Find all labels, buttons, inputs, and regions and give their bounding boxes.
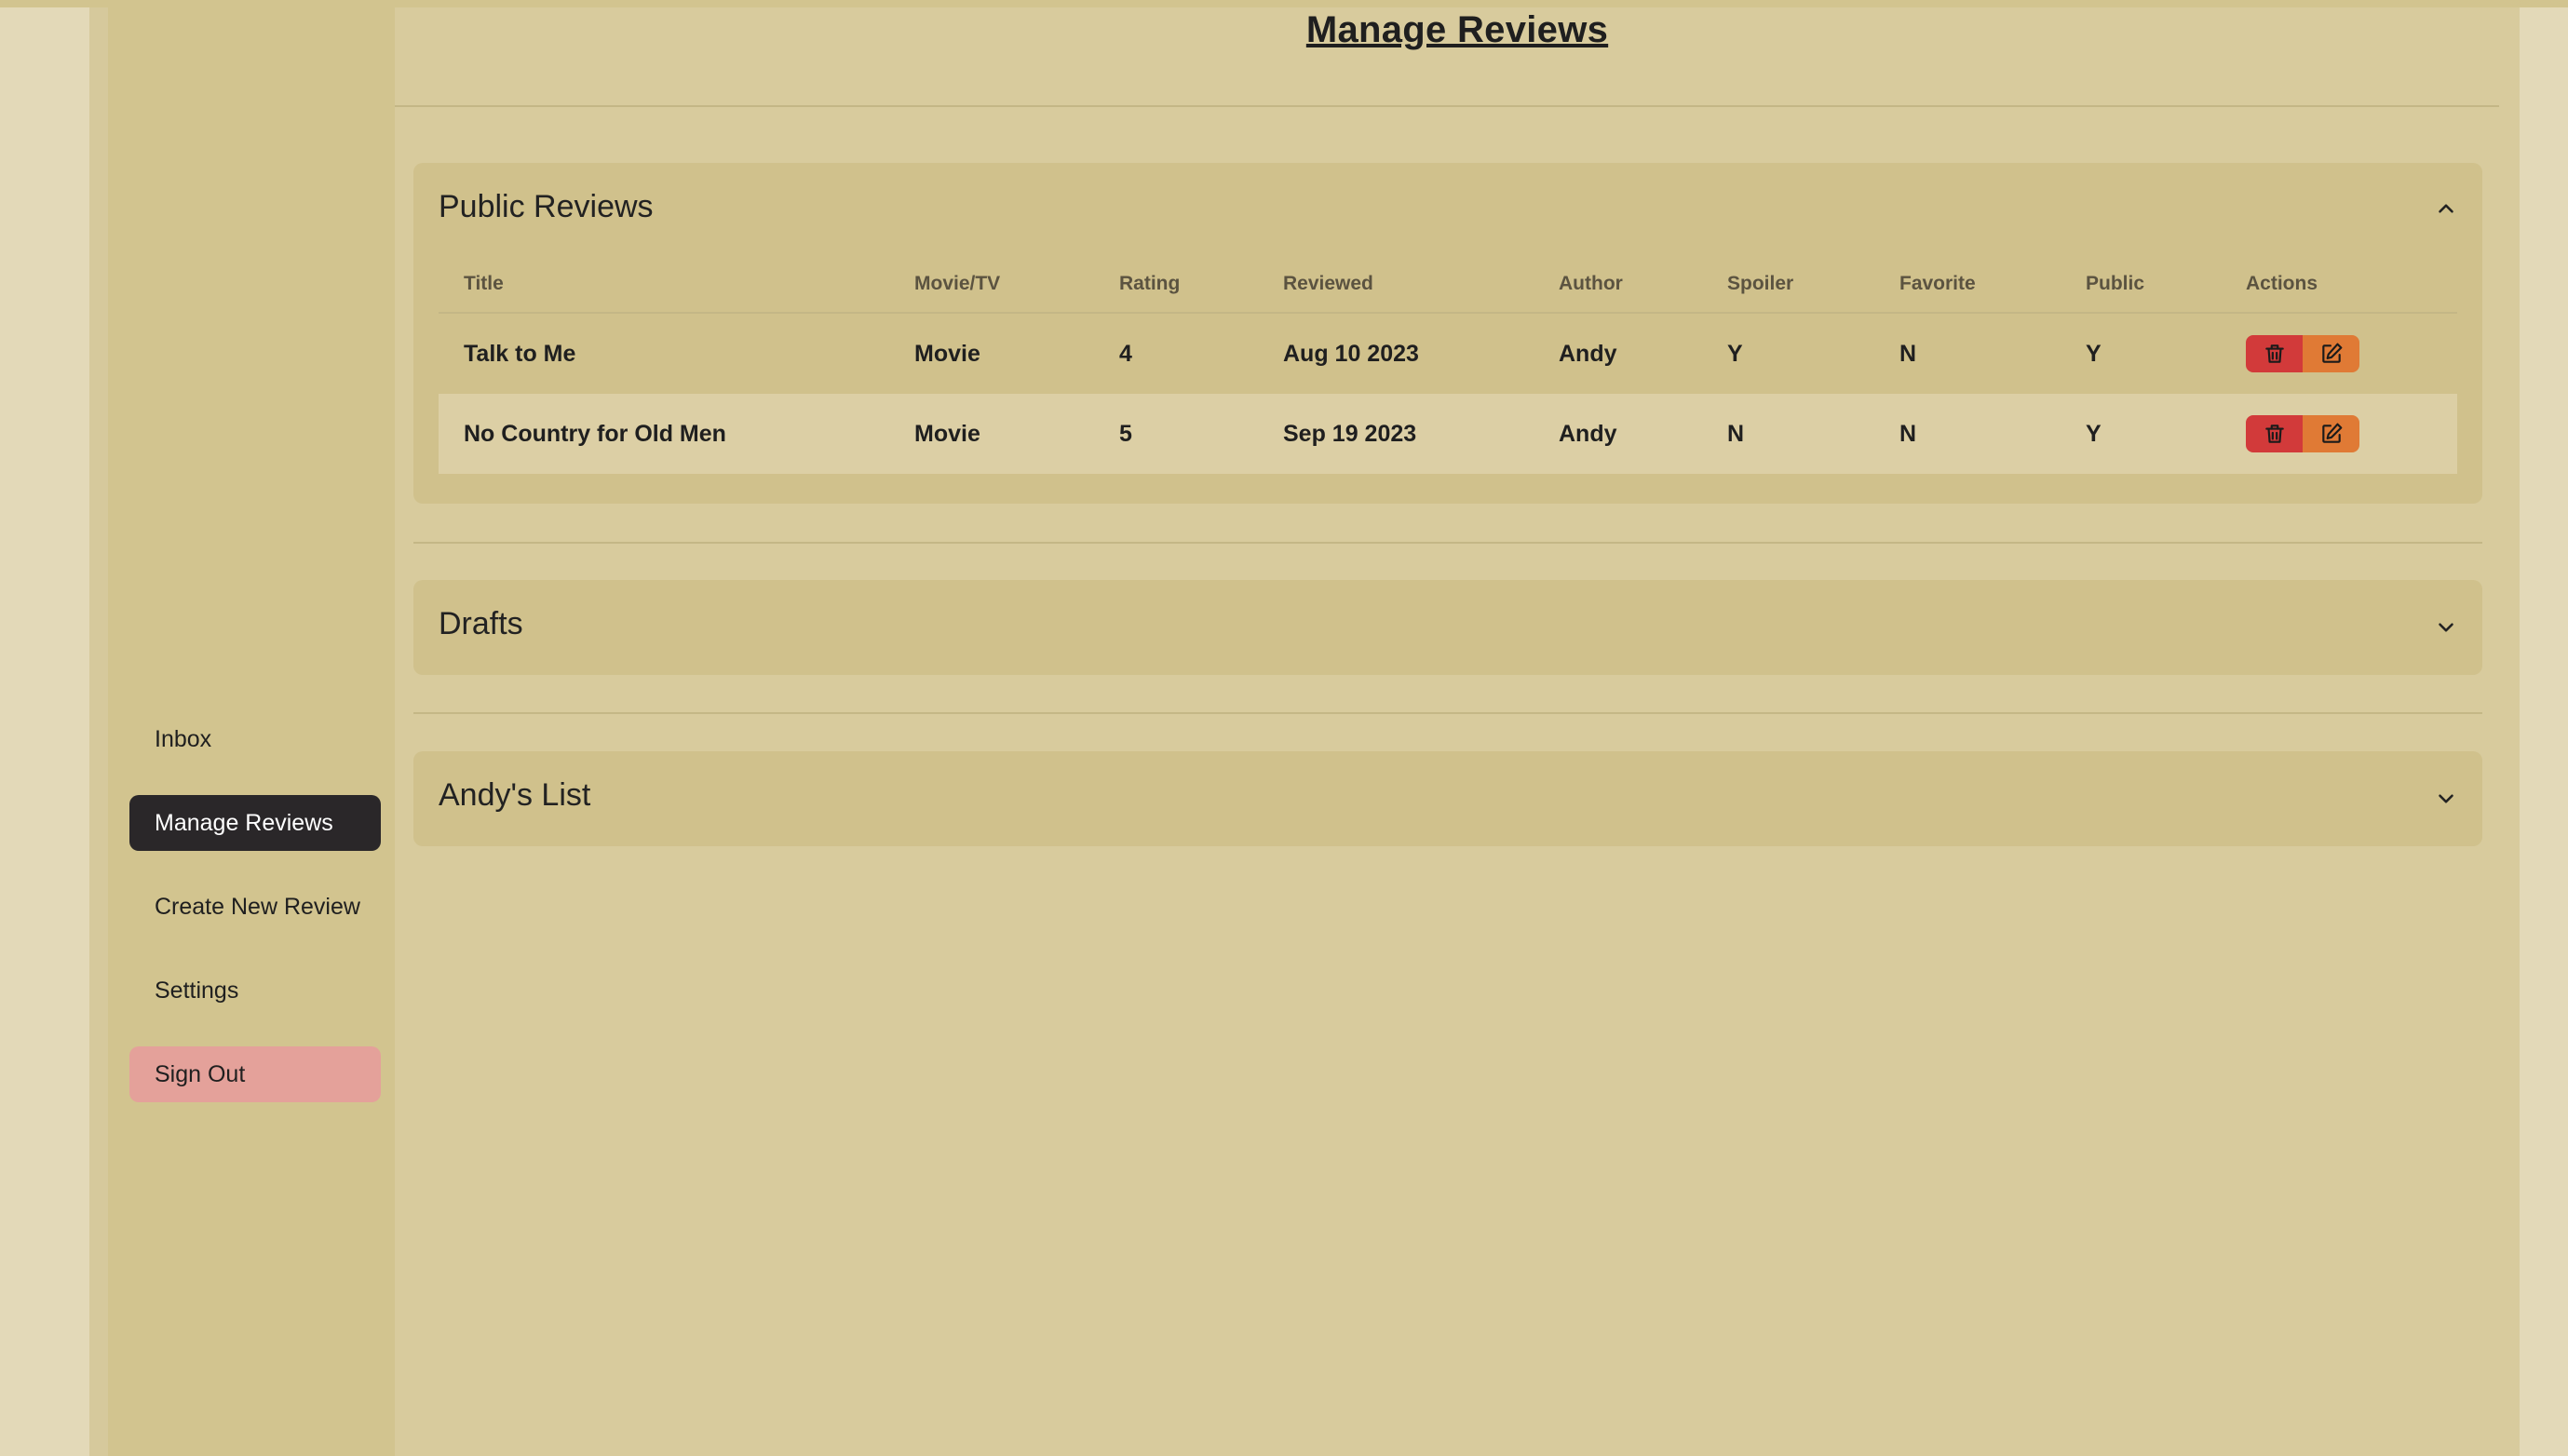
drafts-header[interactable]: Drafts: [439, 606, 523, 642]
review-author: Andy: [1559, 340, 1617, 367]
review-spoiler: Y: [1727, 340, 1743, 367]
public-reviews-table: Title Movie/TV Rating Reviewed Author Sp…: [439, 256, 2457, 474]
action-buttons: [2246, 415, 2359, 452]
sidebar: Inbox Manage Reviews Create New Review S…: [108, 7, 395, 1456]
review-title: Talk to Me: [464, 340, 576, 367]
column-header-public: Public: [2061, 256, 2221, 314]
section-divider: [413, 542, 2482, 544]
edit-button[interactable]: [2303, 335, 2359, 372]
review-author: Andy: [1534, 394, 1702, 474]
andys-list-panel[interactable]: Andy's List: [413, 751, 2482, 846]
sidebar-gutter: [89, 7, 108, 1456]
review-public: Y: [2061, 394, 2221, 474]
column-header-rating: Rating: [1094, 256, 1258, 314]
sidebar-nav: Inbox Manage Reviews Create New Review S…: [129, 711, 381, 1130]
sidebar-item-settings[interactable]: Settings: [129, 963, 381, 1018]
public-reviews-header[interactable]: Public Reviews: [439, 189, 654, 225]
review-date: Aug 10 2023: [1283, 340, 1419, 367]
drafts-panel[interactable]: Drafts: [413, 580, 2482, 675]
table-row: No Country for Old Men Movie 5 Sep 19 20…: [439, 394, 2457, 474]
left-margin: [0, 7, 89, 1456]
sidebar-item-manage-reviews[interactable]: Manage Reviews: [129, 795, 381, 851]
column-header-title: Title: [439, 256, 889, 314]
review-spoiler: N: [1702, 394, 1874, 474]
top-border: [0, 0, 2568, 7]
action-buttons: [2246, 335, 2359, 372]
main-content: Manage Reviews Public Reviews Title Movi…: [395, 7, 2520, 1456]
column-header-author: Author: [1534, 256, 1702, 314]
column-header-movie-tv: Movie/TV: [889, 256, 1094, 314]
chevron-down-icon[interactable]: [2434, 787, 2458, 811]
review-actions: [2221, 313, 2457, 394]
column-header-favorite: Favorite: [1874, 256, 2061, 314]
delete-button[interactable]: [2246, 335, 2303, 372]
table-row: Talk to Me Movie 4 Aug 10 2023 Andy Y N …: [439, 313, 2457, 394]
trash-icon: [2264, 344, 2284, 363]
edit-icon: [2321, 343, 2342, 363]
review-actions: [2221, 394, 2457, 474]
section-divider: [413, 712, 2482, 714]
review-favorite: N: [1874, 394, 2061, 474]
sign-out-button[interactable]: Sign Out: [129, 1046, 381, 1102]
review-favorite: N: [1899, 340, 1917, 367]
column-header-reviewed: Reviewed: [1258, 256, 1534, 314]
right-margin: [2520, 7, 2568, 1456]
column-header-spoiler: Spoiler: [1702, 256, 1874, 314]
column-header-actions: Actions: [2221, 256, 2457, 314]
chevron-down-icon[interactable]: [2434, 615, 2458, 640]
delete-button[interactable]: [2246, 415, 2303, 452]
review-rating: 4: [1119, 340, 1132, 367]
sidebar-item-create-new-review[interactable]: Create New Review: [129, 879, 381, 935]
sidebar-item-inbox[interactable]: Inbox: [129, 711, 381, 767]
edit-icon: [2321, 423, 2342, 443]
trash-icon: [2264, 425, 2284, 443]
review-type: Movie: [914, 340, 980, 367]
andys-list-header[interactable]: Andy's List: [439, 777, 590, 814]
review-public: Y: [2086, 340, 2102, 367]
review-title: No Country for Old Men: [439, 394, 889, 474]
chevron-up-icon[interactable]: [2434, 196, 2458, 221]
review-date: Sep 19 2023: [1258, 394, 1534, 474]
page-title: Manage Reviews: [1305, 9, 1609, 50]
review-rating: 5: [1094, 394, 1258, 474]
review-type: Movie: [889, 394, 1094, 474]
title-divider: [395, 105, 2499, 107]
table-header-row: Title Movie/TV Rating Reviewed Author Sp…: [439, 256, 2457, 314]
public-reviews-panel: Public Reviews Title Movie/TV Rating Rev…: [413, 163, 2482, 504]
edit-button[interactable]: [2303, 415, 2359, 452]
